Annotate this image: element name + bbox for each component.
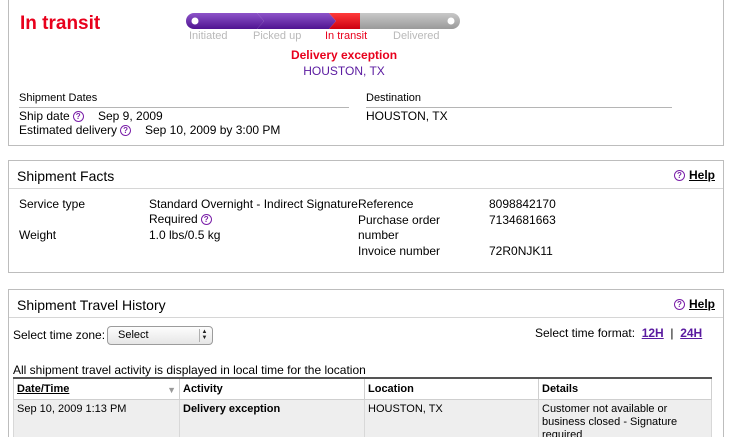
reference-label: Reference <box>358 197 414 211</box>
service-type-line: Standard Overnight - Indirect Signature <box>149 197 358 211</box>
service-type-label: Service type <box>19 197 86 211</box>
time-format-control: Select time format: 12H | 24H <box>535 326 702 340</box>
panel-header: Shipment Travel History ? Help <box>9 290 723 318</box>
panel-header: Shipment Facts ? Help <box>9 161 723 189</box>
ship-date-label: Ship date <box>19 109 70 123</box>
reference-value: 8098842170 <box>489 197 556 211</box>
timezone-select[interactable]: Select ▲ ▼ <box>107 326 213 345</box>
step-label-delivered: Delivered <box>393 30 440 42</box>
travel-history-panel: Shipment Travel History ? Help Select tim… <box>8 289 724 437</box>
est-delivery-row: Estimated delivery? <box>19 123 132 137</box>
invoice-label: Invoice number <box>358 244 441 258</box>
timezone-label: Select time zone: <box>13 328 106 342</box>
weight-label: Weight <box>19 228 57 242</box>
help-icon[interactable]: ? <box>120 125 132 136</box>
step-label-picked-up: Picked up <box>253 30 302 42</box>
progress-bar <box>185 12 461 30</box>
progress-end-dot <box>447 17 455 25</box>
column-header-location: Location <box>364 377 539 400</box>
divider <box>366 107 672 108</box>
table-row: Sep 10, 2009 1:13 PM Delivery exception … <box>13 398 712 437</box>
table-header-row: Date/Time ▼ Activity Location Details <box>13 377 712 400</box>
weight-value: 1.0 lbs/0.5 kg <box>149 228 221 242</box>
po-label-line: Purchase order <box>358 213 441 227</box>
timezone-select-value: Select <box>118 329 149 341</box>
format-24h-link[interactable]: 24H <box>680 326 702 340</box>
shipment-facts-panel: Shipment Facts ? Help Service type Standa… <box>8 160 724 273</box>
help-link[interactable]: ? Help <box>673 297 715 311</box>
shipment-summary-panel: In transit Initiated Picked up In transi… <box>8 0 724 146</box>
panel-title: Shipment Travel History <box>17 297 166 313</box>
progress-segment-remaining <box>360 13 460 29</box>
help-icon[interactable]: ? <box>200 214 212 225</box>
column-header-activity: Activity <box>179 377 365 400</box>
po-label-line: number <box>358 228 399 242</box>
column-header-datetime[interactable]: Date/Time ▼ <box>13 377 180 400</box>
column-header-label: Date/Time <box>17 382 70 395</box>
help-icon[interactable]: ? <box>72 111 84 122</box>
column-header-details: Details <box>538 377 712 400</box>
shipment-dates-heading: Shipment Dates <box>19 92 98 104</box>
po-value: 7134681663 <box>489 213 556 227</box>
step-label-in-transit: In transit <box>325 30 368 42</box>
cell-activity: Delivery exception <box>179 398 365 437</box>
po-label: Purchase order number <box>358 213 440 243</box>
ship-date-row: Ship date? <box>19 109 84 123</box>
help-icon: ? <box>673 170 685 181</box>
service-type-line: Required? <box>149 212 358 227</box>
cell-location: HOUSTON, TX <box>364 398 539 437</box>
exception-title: Delivery exception <box>290 48 398 62</box>
format-12h-link[interactable]: 12H <box>642 326 664 340</box>
travel-history-table: Date/Time ▼ Activity Location Details Sep… <box>13 377 712 437</box>
service-type-value: Standard Overnight - Indirect Signature … <box>149 197 358 227</box>
progress-start-dot <box>191 17 199 25</box>
est-delivery-value: Sep 10, 2009 by 3:00 PM <box>145 123 281 137</box>
cell-datetime: Sep 10, 2009 1:13 PM <box>13 398 180 437</box>
destination-value: HOUSTON, TX <box>366 109 448 123</box>
select-arrows-icon: ▲ ▼ <box>199 329 209 342</box>
step-label-initiated: Initiated <box>189 30 228 42</box>
format-separator: | <box>670 326 674 340</box>
cell-details: Customer not available or business close… <box>538 398 712 437</box>
panel-title: Shipment Facts <box>17 168 115 184</box>
exception-location: HOUSTON, TX <box>303 64 385 78</box>
help-icon: ? <box>673 299 685 310</box>
invoice-value: 72R0NJK11 <box>489 244 553 258</box>
local-time-note: All shipment travel activity is displaye… <box>13 363 366 377</box>
help-link-label: Help <box>688 297 715 311</box>
time-format-label: Select time format: <box>535 326 636 340</box>
help-link-label: Help <box>688 168 715 182</box>
est-delivery-label: Estimated delivery <box>19 123 118 137</box>
service-type-line-text: Required <box>149 212 198 226</box>
sort-arrow-icon: ▼ <box>167 384 176 395</box>
divider <box>19 107 349 108</box>
ship-date-value: Sep 9, 2009 <box>98 109 163 123</box>
destination-heading: Destination <box>366 92 422 104</box>
help-link[interactable]: ? Help <box>673 168 715 182</box>
progress-segment-picked-up <box>257 13 336 29</box>
status-title: In transit <box>20 13 101 34</box>
